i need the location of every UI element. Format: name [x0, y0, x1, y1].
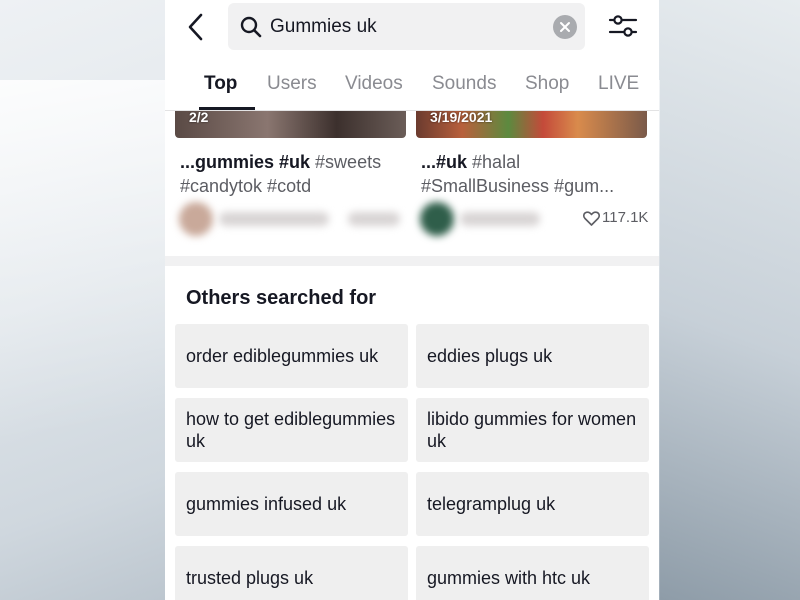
- suggestion-label: order ediblegummies uk: [186, 346, 379, 366]
- tab-live[interactable]: LIVE: [598, 73, 639, 95]
- video-caption[interactable]: ...gummies #uk #sweets #candytok #cotd: [180, 150, 406, 198]
- video-thumbnail[interactable]: 3/19/2021: [416, 111, 647, 138]
- video-results: 2/2 3/19/2021 ...gummies #uk #sweets #ca…: [165, 111, 659, 256]
- background-right: [660, 0, 800, 600]
- suggestion-label: telegramplug uk: [427, 494, 556, 514]
- filter-sliders-icon: [608, 15, 638, 37]
- search-results-screen: Gummies uk Top Users Videos Sounds Shop …: [165, 0, 659, 600]
- video-thumbnail[interactable]: 2/2: [175, 111, 406, 138]
- suggestion-chip[interactable]: trusted plugs uk: [175, 546, 408, 600]
- section-title: Others searched for: [186, 287, 377, 309]
- result-tabs: Top Users Videos Sounds Shop LIVE: [165, 62, 659, 110]
- search-icon: [240, 16, 262, 38]
- avatar[interactable]: [420, 202, 454, 236]
- suggestion-chip[interactable]: libido gummies for women uk: [416, 398, 649, 462]
- search-query[interactable]: Gummies uk: [270, 16, 377, 38]
- heart-icon: [583, 211, 600, 226]
- likes-blurred: [348, 212, 400, 226]
- suggestion-chip[interactable]: eddies plugs uk: [416, 324, 649, 388]
- suggestion-chip[interactable]: gummies with htc uk: [416, 546, 649, 600]
- suggestion-label: libido gummies for women uk: [427, 409, 637, 451]
- tab-users[interactable]: Users: [267, 73, 317, 95]
- section-divider: [165, 256, 659, 266]
- suggestion-chip[interactable]: how to get ediblegummies uk: [175, 398, 408, 462]
- username-blurred: [219, 212, 329, 226]
- username-blurred: [460, 212, 540, 226]
- suggestion-label: gummies with htc uk: [427, 568, 591, 588]
- thumbnail-label: 3/19/2021: [430, 111, 493, 125]
- suggestion-chip[interactable]: gummies infused uk: [175, 472, 408, 536]
- back-arrow-icon: [188, 13, 203, 41]
- video-caption[interactable]: ...#uk #halal #SmallBusiness #gum...: [421, 150, 647, 198]
- suggestion-label: how to get ediblegummies uk: [186, 409, 396, 451]
- tab-shop[interactable]: Shop: [525, 73, 569, 95]
- filter-button[interactable]: [607, 12, 639, 40]
- search-header: Gummies uk: [165, 0, 659, 56]
- search-input[interactable]: Gummies uk: [228, 3, 585, 50]
- suggestion-label: eddies plugs uk: [427, 346, 553, 366]
- others-searched-section: Others searched for order ediblegummies …: [165, 266, 659, 600]
- avatar[interactable]: [179, 202, 213, 236]
- suggestion-label: trusted plugs uk: [186, 568, 314, 588]
- tab-videos[interactable]: Videos: [345, 73, 403, 95]
- suggestion-chip[interactable]: telegramplug uk: [416, 472, 649, 536]
- back-button[interactable]: [183, 12, 211, 42]
- suggestion-label: gummies infused uk: [186, 494, 347, 514]
- caption-highlight: ...#uk: [421, 152, 468, 172]
- like-count: 117.1K: [602, 209, 649, 226]
- clear-icon: [560, 22, 570, 32]
- tab-top[interactable]: Top: [204, 73, 237, 95]
- caption-highlight: ...gummies #uk: [180, 152, 311, 172]
- thumbnail-label: 2/2: [189, 111, 209, 125]
- suggestion-chip[interactable]: order ediblegummies uk: [175, 324, 408, 388]
- clear-search-button[interactable]: [553, 15, 577, 39]
- tab-sounds[interactable]: Sounds: [432, 73, 496, 95]
